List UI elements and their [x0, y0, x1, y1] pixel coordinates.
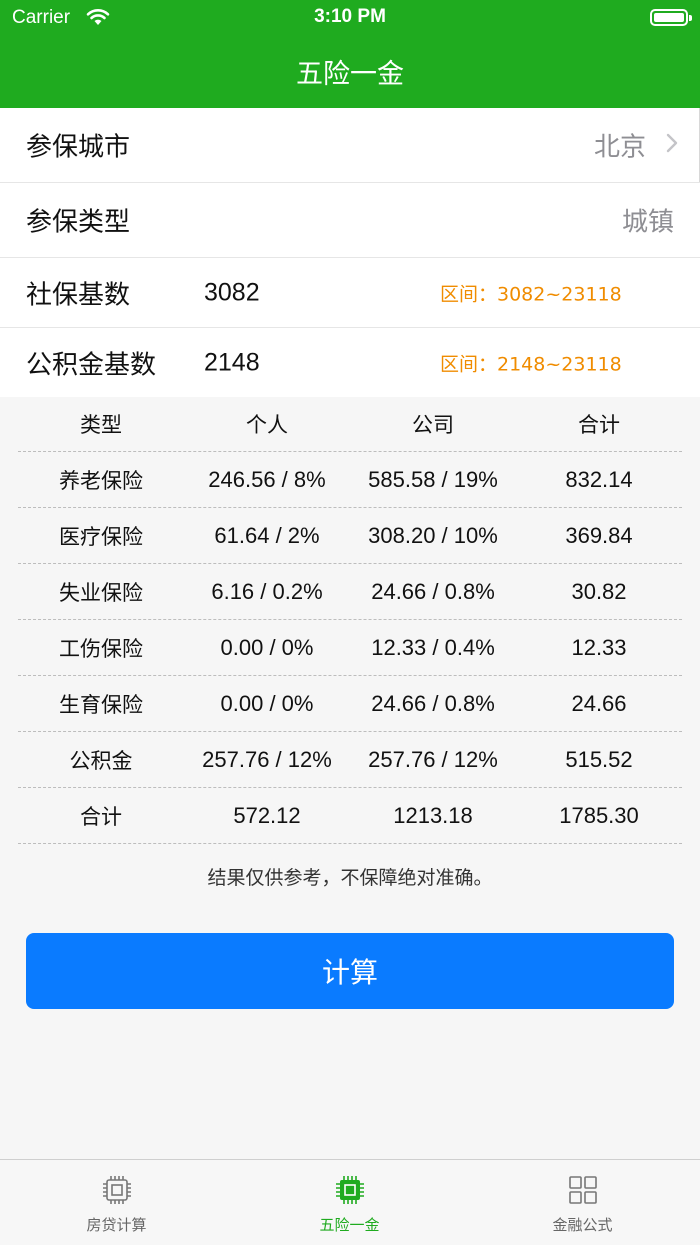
row-company: 24.66 / 0.8% [371, 690, 495, 716]
row-total: 30.82 [571, 578, 627, 604]
row-company: 12.33 / 0.4% [371, 634, 495, 660]
row-personal: 0.00 / 0% [220, 634, 314, 660]
row-total: 12.33 [571, 634, 627, 660]
row-personal: 257.76 / 12% [202, 746, 332, 772]
row-type: 工伤保险 [59, 636, 143, 661]
type-label: 参保类型 [26, 207, 131, 238]
chip-icon [334, 1174, 366, 1210]
status-time: 3:10 PM [314, 6, 386, 27]
row-company: 257.76 / 12% [368, 746, 498, 772]
tab-mortgage[interactable]: 房贷计算 [0, 1160, 233, 1245]
city-value: 北京 [593, 132, 646, 163]
result-table: 类型 个人 公司 合计 养老保险 246.56 / 8% 585.58 / 19… [18, 396, 682, 844]
chevron-right-icon [666, 133, 678, 157]
row-total: 1785.30 [559, 802, 639, 828]
header-total: 合计 [578, 412, 620, 437]
disclaimer-note: 结果仅供参考，不保障绝对准确。 [207, 867, 493, 889]
city-label: 参保城市 [26, 132, 131, 163]
row-type: 合计 [80, 804, 122, 829]
row-personal: 6.16 / 0.2% [211, 578, 323, 604]
row-company: 585.58 / 19% [368, 466, 498, 492]
tab-insurance-label: 五险一金 [319, 1216, 380, 1234]
settings-form: 参保城市 北京 参保类型 城镇 社保基数 3082 区间：3082~23118 … [0, 108, 700, 397]
table-row: 工伤保险 0.00 / 0% 12.33 / 0.4% 12.33 [18, 620, 682, 676]
row-type: 生育保险 [59, 692, 143, 717]
row-company: 308.20 / 10% [368, 522, 498, 548]
calculate-button[interactable]: 计算 [26, 933, 674, 1009]
row-personal: 572.12 [233, 802, 301, 828]
type-value: 城镇 [621, 207, 674, 238]
row-type: 失业保险 [59, 580, 143, 605]
social-base-row: 社保基数 3082 区间：3082~23118 [0, 258, 700, 328]
battery-level [654, 13, 684, 22]
tab-formulas[interactable]: 金融公式 [466, 1160, 699, 1245]
fund-base-range: 区间：2148~23118 [440, 353, 622, 375]
row-personal: 0.00 / 0% [220, 690, 314, 716]
fund-base-label: 公积金基数 [26, 350, 157, 380]
table-row: 失业保险 6.16 / 0.2% 24.66 / 0.8% 30.82 [18, 564, 682, 620]
grid-icon [567, 1174, 599, 1210]
row-total: 24.66 [571, 690, 627, 716]
nav-header: Carrier 3:10 PM 五险一金 [0, 0, 700, 108]
row-company: 24.66 / 0.8% [371, 578, 495, 604]
header-personal: 个人 [246, 412, 288, 437]
fund-base-input[interactable]: 2148 [204, 348, 260, 377]
table-row: 生育保险 0.00 / 0% 24.66 / 0.8% 24.66 [18, 676, 682, 732]
row-type: 医疗保险 [59, 524, 143, 549]
tab-bar: 房贷计算 五险一金 金融公式 [0, 1159, 700, 1245]
table-row: 医疗保险 61.64 / 2% 308.20 / 10% 369.84 [18, 508, 682, 564]
row-total: 832.14 [565, 466, 633, 492]
tab-mortgage-label: 房贷计算 [86, 1216, 147, 1234]
header-type: 类型 [80, 412, 122, 437]
table-row: 公积金 257.76 / 12% 257.76 / 12% 515.52 [18, 732, 682, 788]
row-company: 1213.18 [393, 802, 473, 828]
social-base-input[interactable]: 3082 [204, 278, 260, 307]
social-base-label: 社保基数 [26, 280, 131, 310]
chip-icon [101, 1174, 133, 1210]
tab-formulas-label: 金融公式 [552, 1216, 613, 1234]
table-header: 类型 个人 公司 合计 [18, 396, 682, 452]
row-type: 公积金 [69, 748, 133, 773]
city-row[interactable]: 参保城市 北京 [0, 108, 700, 183]
battery-icon [650, 9, 692, 26]
table-row-total: 合计 572.12 1213.18 1785.30 [18, 788, 682, 844]
row-type: 养老保险 [59, 468, 143, 493]
row-personal: 61.64 / 2% [214, 522, 320, 548]
table-row: 养老保险 246.56 / 8% 585.58 / 19% 832.14 [18, 452, 682, 508]
type-row[interactable]: 参保类型 城镇 [0, 183, 700, 258]
tab-insurance[interactable]: 五险一金 [233, 1160, 466, 1245]
fund-base-row: 公积金基数 2148 区间：2148~23118 [0, 328, 700, 397]
header-company: 公司 [412, 412, 454, 437]
status-bar: Carrier 3:10 PM [0, 0, 700, 36]
row-total: 369.84 [565, 522, 633, 548]
row-personal: 246.56 / 8% [208, 466, 326, 492]
social-base-range: 区间：3082~23118 [440, 283, 622, 305]
page-title: 五险一金 [296, 59, 404, 90]
row-total: 515.52 [565, 746, 633, 772]
